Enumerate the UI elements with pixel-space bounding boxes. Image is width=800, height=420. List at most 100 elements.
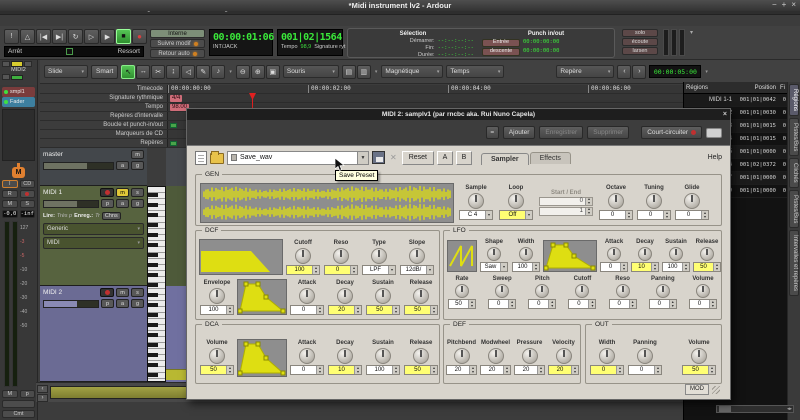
knob-volume-dial[interactable] (691, 348, 707, 364)
preset-combo[interactable]: Save_wav ▼ (227, 151, 369, 165)
master-track-lane[interactable] (166, 148, 186, 186)
goto-start-button[interactable]: |◀ (36, 29, 51, 44)
scrollbar-handle[interactable] (719, 406, 731, 412)
lfo-envelope-graph[interactable] (543, 240, 597, 272)
transport-options-caret[interactable]: ▾ (690, 29, 693, 36)
knob-velocity-dial[interactable] (556, 348, 572, 364)
knob-panning-dial[interactable] (637, 348, 653, 364)
spin-decay[interactable]: 10▴▾ (328, 365, 362, 375)
spin-decay[interactable]: 20▴▾ (328, 305, 362, 315)
tab-effects[interactable]: Effects (530, 152, 571, 164)
midi1-mute-button[interactable]: m (116, 188, 129, 197)
midi2-gain-slider[interactable] (43, 300, 99, 308)
midi1-automation-button[interactable]: a (116, 199, 129, 208)
combo-shape[interactable]: Saw▾ (480, 262, 508, 272)
grid-combo[interactable]: Temps▾ (446, 65, 504, 78)
spin-sweep[interactable]: 0▴▾ (488, 299, 516, 309)
spin-panning[interactable]: 0▴▾ (649, 299, 677, 309)
knob-slope-dial[interactable] (409, 248, 425, 264)
knob-pressure-dial[interactable] (522, 348, 538, 364)
gain-display[interactable]: -0,0 (2, 210, 18, 218)
summary-scroll-left[interactable]: ‹ (37, 385, 48, 393)
config-a-button[interactable]: A (437, 151, 453, 165)
spin-width[interactable]: 100▴▾ (512, 262, 540, 272)
midi1-mode-combo[interactable]: MIDI▾ (43, 237, 144, 249)
spin-rate[interactable]: 50▴▾ (448, 299, 476, 309)
knob-attack-dial[interactable] (607, 247, 621, 261)
plugin-gui-icon[interactable] (706, 128, 722, 138)
interne-button[interactable]: Interne (150, 29, 205, 38)
zoom-in-button[interactable]: ⊕ (251, 65, 265, 79)
output-button[interactable] (2, 400, 35, 408)
strip-shrink-button[interactable] (2, 61, 10, 67)
knob-type-dial[interactable] (371, 248, 387, 264)
range-tool-button[interactable]: ↔ (136, 65, 150, 79)
master-automation-button[interactable]: a (116, 161, 129, 170)
combo-slope[interactable]: 12dB/▾ (400, 265, 434, 275)
visible-tracks-button[interactable]: ▥ (357, 65, 371, 79)
spin-reso[interactable]: 0▴▾ (324, 265, 358, 275)
config-b-button[interactable]: B (456, 151, 472, 165)
range-marker[interactable] (170, 123, 177, 128)
midi2-playlist-button[interactable]: p (101, 299, 114, 308)
knob-attack-dial[interactable] (299, 348, 315, 364)
midi1-group-button[interactable]: g (131, 199, 144, 208)
spin-release[interactable]: 50▴▾ (404, 305, 438, 315)
midi1-gain-slider[interactable] (43, 200, 99, 208)
edit-point-combo[interactable]: Repère▾ (556, 65, 614, 78)
knob-pitchbend-dial[interactable] (454, 348, 470, 364)
record-button[interactable]: ● (132, 29, 147, 44)
solo-button[interactable]: S (20, 200, 36, 208)
spin-velocity[interactable]: 20▴▾ (548, 365, 579, 375)
spin-sustain[interactable]: 100▴▾ (366, 365, 400, 375)
tools-caret[interactable]: ▾ (229, 69, 232, 75)
meter-chip[interactable]: 4/4 (170, 95, 182, 102)
knob-modwheel-dial[interactable] (488, 348, 504, 364)
midi2-track-lane[interactable] (166, 286, 186, 382)
knob-volume-dial[interactable] (209, 348, 225, 364)
spin-sustain[interactable]: 50▴▾ (366, 305, 400, 315)
spin-tuning[interactable]: 0▴▾ (637, 210, 671, 220)
processor-smpl1[interactable]: smpl1 (2, 87, 35, 97)
midi1-channels-button[interactable]: Chns (102, 212, 121, 220)
coute-button[interactable]: écoute (622, 38, 658, 46)
knob-sustain-dial[interactable] (669, 247, 683, 261)
stretch-tool-button[interactable]: ↨ (166, 65, 180, 79)
midi-region[interactable] (166, 369, 186, 380)
side-tab-clich-s[interactable]: Clichés (789, 158, 799, 188)
goto-end-button[interactable]: ▶| (52, 29, 67, 44)
knob-reso-dial[interactable] (333, 248, 349, 264)
cut-tool-button[interactable]: ✂ (151, 65, 165, 79)
range-marker[interactable] (170, 141, 177, 146)
nudge-clock[interactable]: 00:00:05:00 (649, 65, 701, 78)
ruler-signature-rythmique-lane[interactable]: 4/4 (167, 94, 683, 102)
metronome-button[interactable]: △ (20, 29, 35, 44)
delete-preset-icon[interactable]: ✕ (388, 153, 399, 162)
track-header-midi1[interactable]: MIDI 1 m s p a g Lire:Très p Enreg.:Tr C… (40, 186, 147, 286)
region-row-midi-1-1[interactable]: MIDI 1-1001|01|00420 (684, 94, 787, 107)
stop-button[interactable]: ■ (116, 29, 131, 44)
knob-decay-dial[interactable] (337, 348, 353, 364)
knob-volume-dial[interactable] (696, 284, 710, 298)
suivre-modif-button[interactable]: Suivre modif (150, 39, 205, 48)
spin-sustain[interactable]: 100▴▾ (662, 262, 690, 272)
disk-button[interactable]: CD (20, 180, 36, 188)
spin-attack[interactable]: 0▴▾ (600, 262, 628, 272)
spin-modwheel[interactable]: 20▴▾ (480, 365, 511, 375)
minimize-button[interactable]: − (772, 0, 777, 11)
spin-cutoff[interactable]: 0▴▾ (568, 299, 596, 309)
add-preset-button[interactable]: Ajouter (503, 126, 536, 139)
spin-envelope[interactable]: 100▴▾ (200, 305, 234, 315)
punch-descente-button[interactable]: descente (482, 48, 520, 56)
midi2-automation-button[interactable]: a (116, 299, 129, 308)
master-gain-slider[interactable] (43, 162, 114, 170)
track-name[interactable]: MIDI 2 (43, 289, 98, 296)
window-titlebar[interactable]: *Midi instrument lv2 - Ardour (0, 0, 800, 11)
spin-volume[interactable]: 0▴▾ (689, 299, 717, 309)
knob-sample-dial[interactable] (468, 193, 484, 209)
peak-display[interactable]: -inf (20, 210, 36, 218)
save-preset-button[interactable]: Enregistrer (539, 126, 583, 139)
track-header-master[interactable]: masterm a g (40, 148, 147, 186)
play-selection-button[interactable]: ▷ (84, 29, 99, 44)
edit-canvas[interactable] (166, 148, 186, 382)
